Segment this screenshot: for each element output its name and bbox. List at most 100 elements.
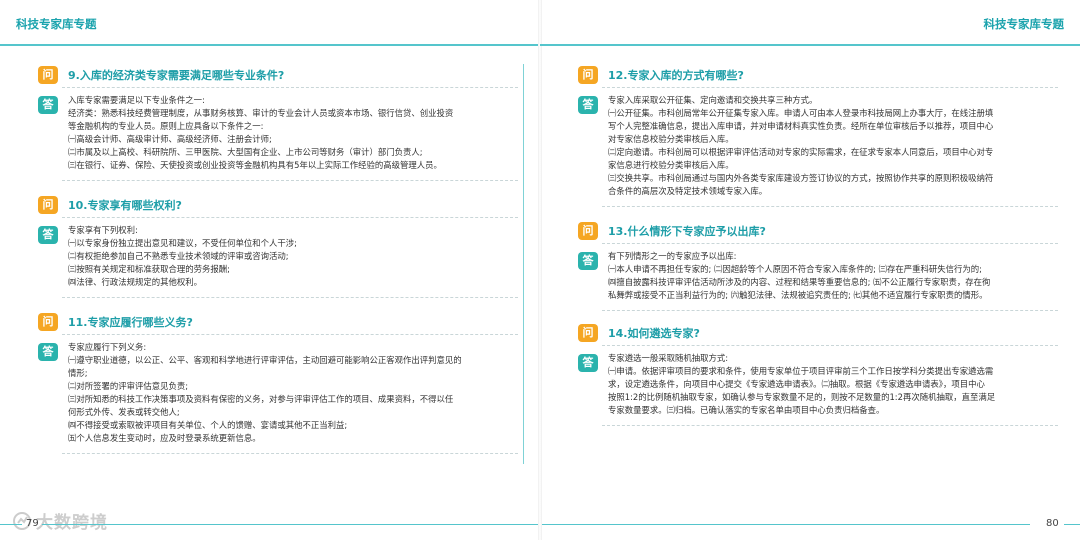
answer-line: 何形式外传、发表或转交他人;	[68, 407, 180, 417]
answer-line: 等金融机构的专业人员。原则上应具备以下条件之一:	[68, 121, 264, 131]
footer-rule	[42, 524, 538, 525]
answer-line: ㈢对所知悉的科技工作决策事项及资料有保密的义务，对参与评审评估工作的项目、成果资…	[68, 394, 454, 404]
right-header-title: 科技专家库专题	[983, 17, 1065, 31]
dashed-divider	[62, 217, 518, 218]
question-row: 问 13.什么情形下专家应予以出库?	[578, 222, 1058, 244]
answer-line: ㈢交换共享。市科创局通过与国内外各类专家库建设方签订协议的方式，按照协作共享的原…	[608, 173, 994, 183]
dashed-divider	[62, 87, 518, 88]
dashed-divider	[602, 206, 1058, 207]
dashed-divider	[62, 180, 518, 181]
answer-line: ㈡市属及以上高校、科研院所、三甲医院、大型国有企业、上市公司等财务（审计）部门负…	[68, 147, 423, 157]
answer-line: 专家遴选一般采取随机抽取方式:	[608, 353, 729, 363]
answer-badge-icon: 答	[578, 252, 598, 270]
right-page-number: 80	[1046, 518, 1059, 529]
footer-rule-left	[0, 524, 22, 525]
dashed-divider	[602, 310, 1058, 311]
answer-badge-icon: 答	[578, 354, 598, 372]
answer-line: 专家应履行下列义务:	[68, 342, 147, 352]
qa-item-12: 问 12.专家入库的方式有哪些? 答 专家入库采取公开征集、定向邀请和交换共享三…	[578, 66, 1058, 207]
answer-line: ㈣不得接受或索取被评项目有关单位、个人的馈赠、宴请或其他不正当利益;	[68, 420, 348, 430]
answer-line: ㈠高级会计师、高级审计师、高级经济师、注册会计师;	[68, 134, 272, 144]
answer-line: 私舞弊或接受不正当利益行为的; ㈥触犯法律、法规被追究责任的; ㈦其他不适宜履行…	[608, 290, 988, 300]
answer-line: 求，设定遴选条件，向项目中心提交《专家遴选申请表》。㈡抽取。根据《专家遴选申请表…	[608, 379, 985, 389]
answer-line: 入库专家需要满足以下专业条件之一:	[68, 95, 205, 105]
answer-text: 专家遴选一般采取随机抽取方式: ㈠申请。依据评审项目的要求和条件，使用专家单位于…	[608, 352, 1058, 417]
answer-line: ㈢在银行、证券、保险、天使投资或创业投资等金融机构具有5年以上实际工作经验的高级…	[68, 160, 442, 170]
answer-line: ㈠遵守职业道德，以公正、公平、客观和科学地进行评审评估，主动回避可能影响公正客观…	[68, 355, 462, 365]
question-text: 11.专家应履行哪些义务?	[68, 316, 193, 329]
answer-line: 专家入库采取公开征集、定向邀请和交换共享三种方式。	[608, 95, 818, 105]
answer-line: ㈤个人信息发生变动时，应及时登录系统更新信息。	[68, 433, 261, 443]
answer-line: ㈠本人申请不再担任专家的; ㈡因超龄等个人原因不符合专家入库条件的; ㈢存在严重…	[608, 264, 982, 274]
question-badge-icon: 问	[38, 313, 58, 331]
dashed-divider	[602, 345, 1058, 346]
question-text: 14.如何遴选专家?	[608, 327, 700, 340]
answer-block: 答 专家应履行下列义务: ㈠遵守职业道德，以公正、公平、客观和科学地进行评审评估…	[38, 341, 518, 445]
question-row: 问 9.入库的经济类专家需要满足哪些专业条件?	[38, 66, 518, 88]
answer-line: 合条件的高层次及特定技术领域专家入库。	[608, 186, 768, 196]
left-page-number: 79	[26, 518, 39, 529]
question-badge-icon: 问	[578, 66, 598, 84]
answer-line: ㈠申请。依据评审项目的要求和条件，使用专家单位于项目评审前三个工作日按学科分类提…	[608, 366, 994, 376]
answer-text: 有下列情形之一的专家应予以出库: ㈠本人申请不再担任专家的; ㈡因超龄等个人原因…	[608, 250, 1058, 302]
right-page: 科技专家库专题 问 12.专家入库的方式有哪些? 答 专家入库采取公开征集、定向…	[540, 0, 1080, 540]
answer-line: 写个人完整准确信息，提出入库申请，并对申请材料真实性负责。经所在单位审核后予以推…	[608, 121, 994, 131]
answer-line: 对专家信息校验分类审核后入库。	[608, 134, 734, 144]
column-divider	[523, 64, 524, 464]
answer-block: 答 入库专家需要满足以下专业条件之一: 经济类：熟悉科技经费管理制度，从事财务核…	[38, 94, 518, 172]
dashed-divider	[62, 297, 518, 298]
answer-text: 专家应履行下列义务: ㈠遵守职业道德，以公正、公平、客观和科学地进行评审评估，主…	[68, 341, 518, 445]
answer-badge-icon: 答	[578, 96, 598, 114]
dashed-divider	[602, 425, 1058, 426]
question-badge-icon: 问	[38, 196, 58, 214]
answer-line: ㈡对所签署的评审评估意见负责;	[68, 381, 189, 391]
question-badge-icon: 问	[578, 222, 598, 240]
answer-badge-icon: 答	[38, 343, 58, 361]
left-header-rule	[0, 44, 540, 46]
qa-item-9: 问 9.入库的经济类专家需要满足哪些专业条件? 答 入库专家需要满足以下专业条件…	[38, 66, 518, 181]
answer-block: 答 有下列情形之一的专家应予以出库: ㈠本人申请不再担任专家的; ㈡因超龄等个人…	[578, 250, 1058, 302]
answer-line: 经济类：熟悉科技经费管理制度，从事财务核算、审计的专业会计人员或资本市场、银行信…	[68, 108, 454, 118]
question-text: 13.什么情形下专家应予以出库?	[608, 225, 766, 238]
question-badge-icon: 问	[38, 66, 58, 84]
question-text: 10.专家享有哪些权利?	[68, 199, 182, 212]
answer-line: 专家数量要求。㈢归档。已确认落实的专家名单由项目中心负责归档备查。	[608, 405, 885, 415]
left-page: 科技专家库专题 问 9.入库的经济类专家需要满足哪些专业条件? 答 入库专家需要…	[0, 0, 540, 540]
answer-line: 专家享有下列权利:	[68, 225, 138, 235]
question-row: 问 11.专家应履行哪些义务?	[38, 313, 518, 335]
question-row: 问 10.专家享有哪些权利?	[38, 196, 518, 218]
answer-line: ㈣法律、行政法规规定的其他权利。	[68, 277, 202, 287]
answer-text: 专家享有下列权利: ㈠以专家身份独立提出意见和建议，不受任何单位和个人干涉; ㈡…	[68, 224, 518, 289]
footer-rule-right	[1064, 524, 1080, 525]
answer-line: 家信息进行校验分类审核后入库。	[608, 160, 734, 170]
qa-item-13: 问 13.什么情形下专家应予以出库? 答 有下列情形之一的专家应予以出库: ㈠本…	[578, 222, 1058, 311]
answer-line: 按照1:2的比例随机抽取专家，如确认参与专家数量不足的，则按不足数量的1:2再次…	[608, 392, 996, 402]
qa-item-14: 问 14.如何遴选专家? 答 专家遴选一般采取随机抽取方式: ㈠申请。依据评审项…	[578, 324, 1058, 426]
answer-line: ㈠公开征集。市科创局常年公开征集专家入库。申请人可由本人登录市科技局网上办事大厅…	[608, 108, 994, 118]
answer-line: ㈡定向邀请。市科创局可以根据评审评估活动对专家的实际需求，在征求专家本人同意后，…	[608, 147, 994, 157]
answer-badge-icon: 答	[38, 226, 58, 244]
left-header-title: 科技专家库专题	[16, 17, 97, 31]
dashed-divider	[62, 453, 518, 454]
question-row: 问 12.专家入库的方式有哪些?	[578, 66, 1058, 88]
answer-block: 答 专家遴选一般采取随机抽取方式: ㈠申请。依据评审项目的要求和条件，使用专家单…	[578, 352, 1058, 417]
qa-item-11: 问 11.专家应履行哪些义务? 答 专家应履行下列义务: ㈠遵守职业道德，以公正…	[38, 313, 518, 454]
question-badge-icon: 问	[578, 324, 598, 342]
answer-line: 有下列情形之一的专家应予以出库:	[608, 251, 737, 261]
answer-line: ㈢按照有关规定和标准获取合理的劳务报酬;	[68, 264, 230, 274]
answer-text: 专家入库采取公开征集、定向邀请和交换共享三种方式。 ㈠公开征集。市科创局常年公开…	[608, 94, 1058, 198]
question-text: 9.入库的经济类专家需要满足哪些专业条件?	[68, 69, 285, 82]
question-row: 问 14.如何遴选专家?	[578, 324, 1058, 346]
qa-item-10: 问 10.专家享有哪些权利? 答 专家享有下列权利: ㈠以专家身份独立提出意见和…	[38, 196, 518, 298]
answer-line: 情形;	[68, 368, 88, 378]
answer-block: 答 专家享有下列权利: ㈠以专家身份独立提出意见和建议，不受任何单位和个人干涉;…	[38, 224, 518, 289]
answer-line: ㈡有权拒绝参加自己不熟悉专业技术领域的评审或咨询活动;	[68, 251, 289, 261]
answer-line: ㈠以专家身份独立提出意见和建议，不受任何单位和个人干涉;	[68, 238, 297, 248]
answer-text: 入库专家需要满足以下专业条件之一: 经济类：熟悉科技经费管理制度，从事财务核算、…	[68, 94, 518, 172]
dashed-divider	[602, 87, 1058, 88]
footer-rule	[542, 524, 1030, 525]
dashed-divider	[62, 334, 518, 335]
right-header-rule	[540, 44, 1080, 46]
watermark-text: 大数跨境	[36, 513, 108, 533]
answer-badge-icon: 答	[38, 96, 58, 114]
